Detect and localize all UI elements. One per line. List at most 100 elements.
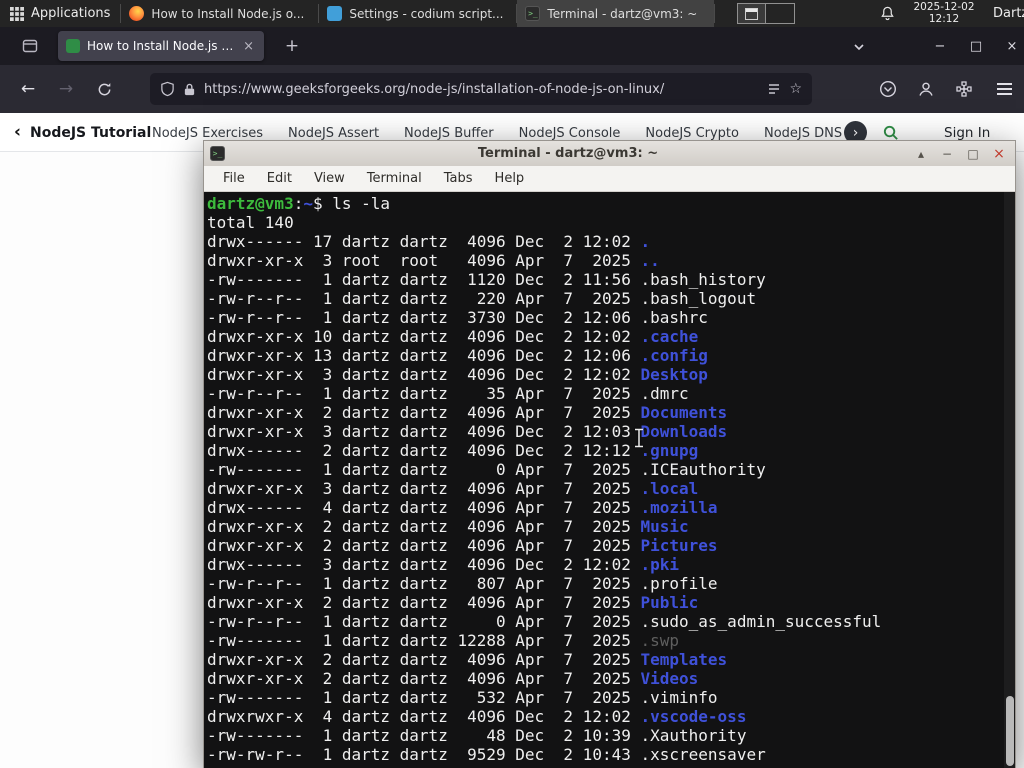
tab-title: How to Install Node.js on... <box>87 39 235 53</box>
forward-button[interactable]: → <box>50 73 82 105</box>
terminal-line: drwx------ 4 dartz dartz 4096 Apr 7 2025… <box>207 498 718 517</box>
terminal-line: -rw-r--r-- 1 dartz dartz 0 Apr 7 2025 .s… <box>207 612 882 631</box>
terminal-line: drwx------ 17 dartz dartz 4096 Dec 2 12:… <box>207 232 651 251</box>
tab-close-button[interactable]: × <box>241 39 256 54</box>
user-menu[interactable]: Dartz <box>993 6 1024 21</box>
terminal-window: >_ Terminal - dartz@vm3: ~ ▴ − □ × File … <box>203 140 1016 768</box>
site-favicon <box>66 39 80 53</box>
chevron-left-icon[interactable]: ‹ <box>14 122 21 142</box>
desktop: Applications How to Install Node.js o...… <box>0 0 1024 768</box>
menu-help[interactable]: Help <box>484 171 536 186</box>
terminal-scrollbar-thumb[interactable] <box>1006 696 1014 766</box>
firefox-icon <box>129 6 145 21</box>
terminal-line: drwxr-xr-x 2 dartz dartz 4096 Apr 7 2025… <box>207 650 728 669</box>
terminal-line: -rw-rw-r-- 1 dartz dartz 9529 Dec 2 10:4… <box>207 745 766 764</box>
taskbar-button-terminal[interactable]: >_ Terminal - dartz@vm3: ~ <box>517 0 715 27</box>
terminal-line: -rw------- 1 dartz dartz 532 Apr 7 2025 … <box>207 688 718 707</box>
browser-tab-bar: How to Install Node.js on... × + − □ × <box>0 27 1024 65</box>
terminal-line: drwxr-xr-x 13 dartz dartz 4096 Dec 2 12:… <box>207 346 708 365</box>
text-cursor <box>633 428 645 452</box>
terminal-minimize-button[interactable]: − <box>937 147 957 161</box>
lock-icon[interactable] <box>183 82 196 97</box>
terminal-line: -rw------- 1 dartz dartz 0 Apr 7 2025 .I… <box>207 460 766 479</box>
workspace-2[interactable] <box>766 4 794 23</box>
terminal-output: dartz@vm3:~$ ls -la total 140 drwx------ 1… <box>207 194 1015 764</box>
menu-tabs[interactable]: Tabs <box>433 171 484 186</box>
applications-menu-button[interactable]: Applications <box>0 0 120 27</box>
terminal-maximize-button[interactable]: □ <box>963 147 983 161</box>
pocket-icon <box>879 80 897 98</box>
applications-label: Applications <box>31 6 111 21</box>
terminal-shade-button[interactable]: ▴ <box>911 147 931 161</box>
terminal-line: -rw------- 1 dartz dartz 1120 Dec 2 11:5… <box>207 270 766 289</box>
puzzle-icon <box>956 81 972 97</box>
menu-file[interactable]: File <box>212 171 256 186</box>
terminal-line: drwxr-xr-x 2 dartz dartz 4096 Apr 7 2025… <box>207 593 699 612</box>
extensions-button[interactable] <box>948 73 980 105</box>
terminal-icon: >_ <box>525 6 541 21</box>
menu-edit[interactable]: Edit <box>256 171 303 186</box>
workspace-window-thumbnail <box>745 8 758 20</box>
nav-nodejs-buffer[interactable]: NodeJS Buffer <box>404 126 494 141</box>
nav-nodejs-exercises[interactable]: NodeJS Exercises <box>152 126 263 141</box>
bell-icon <box>881 6 894 21</box>
shield-icon[interactable] <box>160 81 175 97</box>
menu-view[interactable]: View <box>303 171 356 186</box>
menu-button[interactable] <box>988 73 1020 105</box>
nav-nodejs-console[interactable]: NodeJS Console <box>519 126 621 141</box>
terminal-line: drwxr-xr-x 3 dartz dartz 4096 Apr 7 2025… <box>207 479 699 498</box>
list-all-tabs-button[interactable] <box>852 39 866 58</box>
taskbar-button-codium[interactable]: Settings - codium script... <box>319 0 516 27</box>
nav-current-tutorial[interactable]: NodeJS Tutorial <box>30 125 151 141</box>
terminal-line: drwx------ 3 dartz dartz 4096 Dec 2 12:0… <box>207 555 680 574</box>
terminal-window-icon: >_ <box>210 146 225 161</box>
nav-nodejs-crypto[interactable]: NodeJS Crypto <box>645 126 739 141</box>
url-text[interactable]: https://www.geeksforgeeks.org/node-js/in… <box>204 82 759 97</box>
url-bar[interactable]: https://www.geeksforgeeks.org/node-js/in… <box>150 73 812 105</box>
terminal-line: drwxr-xr-x 2 dartz dartz 4096 Apr 7 2025… <box>207 536 718 555</box>
pocket-button[interactable] <box>872 73 904 105</box>
panel-clock[interactable]: 2025-12-02 12:12 <box>906 1 982 25</box>
account-button[interactable] <box>910 73 942 105</box>
reload-icon <box>98 82 110 95</box>
nav-nodejs-dns[interactable]: NodeJS DNS <box>764 126 842 141</box>
panel-separator <box>714 4 716 23</box>
notifications-button[interactable] <box>880 5 895 25</box>
terminal-titlebar[interactable]: >_ Terminal - dartz@vm3: ~ ▴ − □ × <box>204 141 1015 166</box>
terminal-title: Terminal - dartz@vm3: ~ <box>477 146 659 161</box>
new-tab-button[interactable]: + <box>280 34 304 58</box>
applications-grid-icon <box>10 6 24 21</box>
terminal-line: drwxr-xr-x 2 dartz dartz 4096 Apr 7 2025… <box>207 669 699 688</box>
terminal-line: drwxr-xr-x 10 dartz dartz 4096 Dec 2 12:… <box>207 327 699 346</box>
workspace-switcher[interactable] <box>737 3 795 24</box>
desktop-panel: Applications How to Install Node.js o...… <box>0 0 1024 27</box>
terminal-menubar: File Edit View Terminal Tabs Help <box>204 166 1015 192</box>
terminal-line: drwxr-xr-x 3 root root 4096 Apr 7 2025 .… <box>207 251 660 270</box>
window-minimize-button[interactable]: − <box>928 35 952 57</box>
window-close-button[interactable]: × <box>1000 35 1024 57</box>
reload-button[interactable] <box>88 73 120 105</box>
terminal-scrollbar[interactable] <box>1004 192 1015 768</box>
window-maximize-button[interactable]: □ <box>964 35 988 57</box>
workspace-1[interactable] <box>738 4 766 23</box>
bookmark-star-icon[interactable]: ☆ <box>789 81 802 97</box>
terminal-viewport[interactable]: dartz@vm3:~$ ls -la total 140 drwx------ 1… <box>204 192 1015 768</box>
menu-terminal[interactable]: Terminal <box>356 171 433 186</box>
back-button[interactable]: ← <box>12 73 44 105</box>
terminal-line: -rw------- 1 dartz dartz 12288 Apr 7 202… <box>207 631 680 650</box>
browser-tab[interactable]: How to Install Node.js on... × <box>58 31 264 61</box>
search-icon <box>883 125 898 140</box>
terminal-line: drwxrwxr-x 4 dartz dartz 4096 Dec 2 12:0… <box>207 707 747 726</box>
taskbar-button-firefox[interactable]: How to Install Node.js o... <box>121 0 318 27</box>
terminal-line: -rw-r--r-- 1 dartz dartz 220 Apr 7 2025 … <box>207 289 757 308</box>
clock-date: 2025-12-02 <box>913 1 975 13</box>
sign-in-button[interactable]: Sign In <box>944 125 990 141</box>
terminal-line: drwxr-xr-x 3 dartz dartz 4096 Dec 2 12:0… <box>207 422 728 441</box>
nav-nodejs-assert[interactable]: NodeJS Assert <box>288 126 379 141</box>
terminal-close-button[interactable]: × <box>989 146 1009 162</box>
terminal-line: -rw-r--r-- 1 dartz dartz 807 Apr 7 2025 … <box>207 574 718 593</box>
terminal-line: drwxr-xr-x 3 dartz dartz 4096 Dec 2 12:0… <box>207 365 708 384</box>
firefox-view-button[interactable] <box>22 38 38 58</box>
reader-view-icon[interactable] <box>767 82 781 96</box>
terminal-line: drwx------ 2 dartz dartz 4096 Dec 2 12:1… <box>207 441 699 460</box>
